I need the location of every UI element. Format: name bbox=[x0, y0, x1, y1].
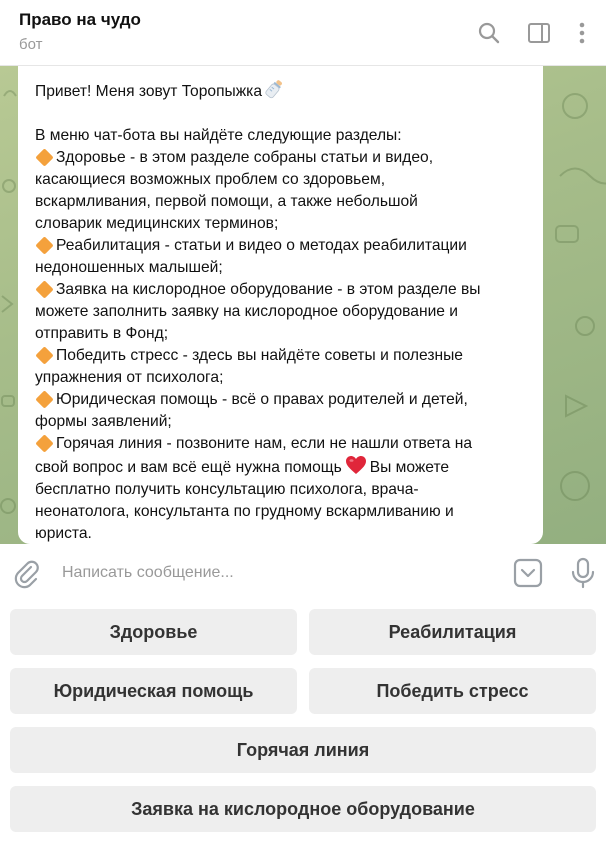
legal-help-button[interactable]: Юридическая помощь bbox=[10, 668, 297, 714]
message-composer bbox=[0, 544, 606, 602]
sidebar-icon[interactable] bbox=[525, 19, 553, 47]
rehabilitation-button[interactable]: Реабилитация bbox=[309, 609, 596, 655]
chat-subtitle: бот bbox=[19, 36, 43, 53]
message-line: упражнения от психолога; bbox=[35, 369, 224, 386]
message-line: словарик медицинских терминов; bbox=[35, 215, 279, 232]
oxygen-equipment-request-button[interactable]: Заявка на кислородное оборудование bbox=[10, 786, 596, 832]
diamond-bullet-icon bbox=[35, 280, 54, 299]
message-line: Реабилитация - статьи и видео о методах … bbox=[35, 235, 527, 257]
message-line: Горячая линия - позвоните нам, если не н… bbox=[35, 433, 527, 455]
microphone-icon[interactable] bbox=[569, 557, 597, 594]
message-input[interactable] bbox=[62, 558, 482, 588]
red-heart-icon bbox=[345, 456, 366, 474]
message-line: недоношенных малышей; bbox=[35, 259, 223, 276]
diamond-bullet-icon bbox=[35, 346, 54, 365]
message-line: юриста. bbox=[35, 525, 92, 542]
more-icon[interactable] bbox=[568, 19, 596, 47]
message-line: формы заявлений; bbox=[35, 413, 172, 430]
message-line: вскармливания, первой помощи, а также не… bbox=[35, 193, 418, 210]
hotline-button[interactable]: Горячая линия bbox=[10, 727, 596, 773]
message-line: Заявка на кислородное оборудование - в э… bbox=[35, 279, 527, 301]
message-greeting-line: Привет! Меня зовут Торопыжка bbox=[35, 78, 527, 103]
bot-keyboard-toggle-icon[interactable] bbox=[513, 558, 543, 593]
message-line: можете заполнить заявку на кислородное о… bbox=[35, 303, 458, 320]
bot-reply-keyboard: Здоровье Реабилитация Юридическая помощь… bbox=[0, 602, 606, 844]
attach-icon[interactable] bbox=[12, 559, 42, 594]
baby-bottle-icon bbox=[265, 80, 282, 99]
diamond-bullet-icon bbox=[35, 434, 54, 453]
message-line: бесплатно получить консультацию психолог… bbox=[35, 481, 419, 498]
message-line: отправить в Фонд; bbox=[35, 325, 169, 342]
search-icon[interactable] bbox=[475, 19, 503, 47]
message-line: касающиеся возможных проблем со здоровье… bbox=[35, 171, 386, 188]
health-button[interactable]: Здоровье bbox=[10, 609, 297, 655]
message-line: неонатолога, консультанта по грудному вс… bbox=[35, 503, 454, 520]
chat-title[interactable]: Право на чудо bbox=[19, 10, 141, 30]
message-text: Привет! Меня зовут Торопыжка В меню чат-… bbox=[35, 78, 527, 544]
beat-stress-button[interactable]: Победить стресс bbox=[309, 668, 596, 714]
diamond-bullet-icon bbox=[35, 236, 54, 255]
message-line: свой вопрос и вам всё ещё нужна помощь Вы… bbox=[35, 455, 527, 479]
diamond-bullet-icon bbox=[35, 390, 54, 409]
chat-background: Привет! Меня зовут Торопыжка В меню чат-… bbox=[0, 66, 606, 544]
chat-header: Право на чудо бот bbox=[0, 0, 606, 66]
diamond-bullet-icon bbox=[35, 148, 54, 167]
message-line: Юридическая помощь - всё о правах родите… bbox=[35, 389, 527, 411]
message-greeting: Привет! Меня зовут Торопыжка bbox=[35, 83, 262, 100]
message-line: Здоровье - в этом разделе собраны статьи… bbox=[35, 147, 527, 169]
bot-message-bubble: Привет! Меня зовут Торопыжка В меню чат-… bbox=[18, 66, 543, 544]
message-line: Победить стресс - здесь вы найдёте совет… bbox=[35, 345, 527, 367]
message-intro: В меню чат-бота вы найдёте следующие раз… bbox=[35, 127, 402, 144]
